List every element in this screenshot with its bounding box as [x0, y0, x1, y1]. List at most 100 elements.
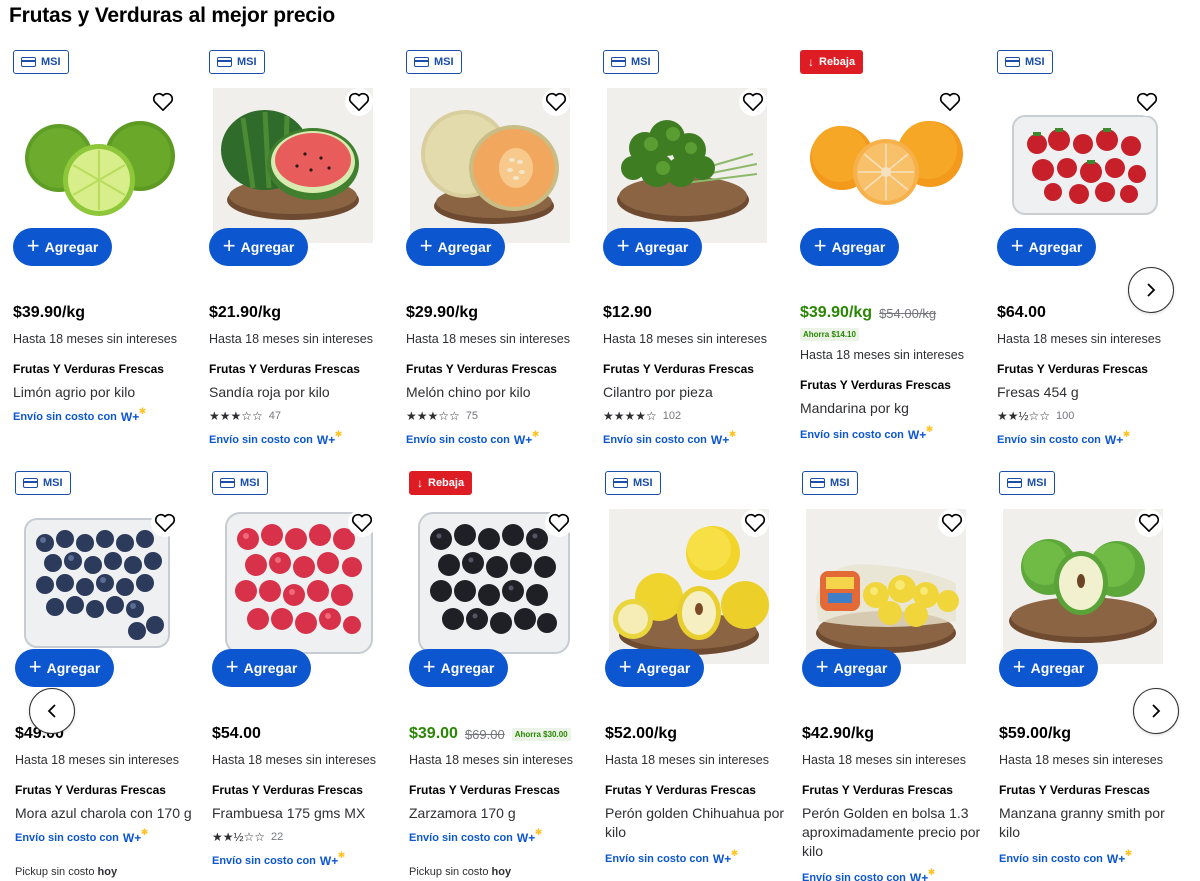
- carousel-next-button[interactable]: [1128, 267, 1174, 313]
- star-rating-icon: ★★½☆☆: [212, 830, 266, 844]
- favorite-heart-icon[interactable]: [936, 88, 964, 116]
- credit-card-icon: [217, 57, 232, 67]
- plus-icon: +: [616, 233, 630, 258]
- favorite-heart-icon[interactable]: [1135, 509, 1163, 537]
- brand-name: Frutas Y Verduras Frescas: [603, 362, 754, 376]
- page-title: Frutas y Verduras al mejor precio: [9, 4, 336, 27]
- shipping-text: Envío sin costo con W+: [209, 429, 343, 447]
- price-line: $12.90: [603, 304, 652, 322]
- product-card[interactable]: MSI + Agregar $52.00/kg Hasta 18 meses si…: [605, 469, 785, 881]
- arrow-down-icon: ↓: [417, 476, 423, 490]
- favorite-heart-icon[interactable]: [149, 88, 177, 116]
- product-card[interactable]: MSI + Agregar $29.90/kg Hasta 18 meses si…: [406, 48, 586, 450]
- msi-badge: MSI: [15, 471, 71, 495]
- brand-name: Frutas Y Verduras Frescas: [999, 783, 1150, 797]
- add-to-cart-button[interactable]: + Agregar: [997, 228, 1096, 266]
- add-to-cart-button[interactable]: + Agregar: [605, 649, 704, 687]
- price-line: $64.00: [997, 304, 1046, 322]
- favorite-heart-icon[interactable]: [545, 509, 573, 537]
- walmart-plus-icon: W+: [320, 850, 346, 868]
- add-to-cart-button[interactable]: + Agregar: [999, 649, 1098, 687]
- walmart-plus-icon: W+: [910, 867, 936, 881]
- add-to-cart-button[interactable]: + Agregar: [409, 649, 508, 687]
- product-card[interactable]: MSI + Agregar $49.00 Hasta 18 meses sin i…: [15, 469, 195, 881]
- price: $29.90/kg: [406, 304, 479, 321]
- carousel-next-button[interactable]: [1133, 688, 1179, 734]
- product-name[interactable]: Mandarina por kg: [800, 399, 980, 418]
- favorite-heart-icon[interactable]: [345, 88, 373, 116]
- product-card[interactable]: MSI + Agregar $64.00 Hasta 18 meses sin i…: [997, 48, 1177, 450]
- product-card[interactable]: MSI + Agregar $12.90 Hasta 18 meses sin i…: [603, 48, 783, 450]
- add-to-cart-button[interactable]: + Agregar: [406, 228, 505, 266]
- plus-icon: +: [1010, 233, 1024, 258]
- msi-badge: MSI: [802, 471, 858, 495]
- product-name[interactable]: Fresas 454 g: [997, 383, 1177, 402]
- brand-name: Frutas Y Verduras Frescas: [15, 783, 166, 797]
- chevron-left-icon: [47, 704, 56, 718]
- favorite-heart-icon[interactable]: [1133, 88, 1161, 116]
- savings-badge: Ahorra $14.10: [800, 328, 859, 341]
- old-price: $54.00/kg: [879, 305, 937, 321]
- rating: ★★★☆☆ 75: [406, 409, 478, 423]
- product-card[interactable]: MSI + Agregar $21.90/kg Hasta 18 meses si…: [209, 48, 389, 450]
- credit-card-icon: [414, 57, 429, 67]
- product-name[interactable]: Melón chino por kilo: [406, 383, 586, 402]
- product-name[interactable]: Mora azul charola con 170 g: [15, 804, 195, 823]
- product-name[interactable]: Frambuesa 175 gms MX: [212, 804, 392, 823]
- product-name[interactable]: Perón Golden en bolsa 1.3 aproximadament…: [802, 804, 982, 861]
- review-count: 22: [271, 831, 284, 843]
- add-to-cart-button[interactable]: + Agregar: [209, 228, 308, 266]
- shipping-text: Envío sin costo con W+: [800, 424, 934, 442]
- rebaja-badge: ↓ Rebaja: [800, 50, 864, 74]
- installments-text: Hasta 18 meses sin intereses: [997, 332, 1161, 346]
- product-card[interactable]: ↓ Rebaja + Agregar $39.00 $69.00 Ahorra $30.…: [409, 469, 589, 881]
- plus-icon: +: [28, 654, 42, 679]
- product-card[interactable]: MSI + Agregar $39.90/kg Hasta 18 meses si…: [13, 48, 193, 450]
- product-card[interactable]: ↓ Rebaja + Agregar $39.90/kg $54.00/kg Ahor…: [800, 48, 980, 450]
- favorite-heart-icon[interactable]: [348, 509, 376, 537]
- product-carousel-row: MSI + Agregar $39.90/kg Hasta 18 meses si…: [0, 48, 1200, 450]
- product-name[interactable]: Manzana granny smith por kilo: [999, 804, 1179, 842]
- favorite-heart-icon[interactable]: [739, 88, 767, 116]
- product-name[interactable]: Cilantro por pieza: [603, 383, 783, 402]
- price-line: $39.90/kg: [13, 304, 85, 322]
- favorite-heart-icon[interactable]: [151, 509, 179, 537]
- brand-name: Frutas Y Verduras Frescas: [802, 783, 953, 797]
- shipping-text: Envío sin costo con W+: [15, 827, 149, 845]
- installments-text: Hasta 18 meses sin intereses: [999, 753, 1163, 767]
- product-card[interactable]: MSI + Agregar $42.90/kg Hasta 18 meses si…: [802, 469, 982, 881]
- review-count: 75: [465, 410, 479, 422]
- product-name[interactable]: Perón golden Chihuahua por kilo: [605, 804, 785, 842]
- product-name[interactable]: Sandía roja por kilo: [209, 383, 389, 402]
- product-card[interactable]: MSI + Agregar $59.00/kg Hasta 18 meses si…: [999, 469, 1179, 881]
- favorite-heart-icon[interactable]: [542, 88, 570, 116]
- plus-icon: +: [222, 233, 236, 258]
- favorite-heart-icon[interactable]: [938, 509, 966, 537]
- add-to-cart-button[interactable]: + Agregar: [15, 649, 114, 687]
- msi-badge: MSI: [13, 50, 69, 74]
- add-to-cart-button[interactable]: + Agregar: [802, 649, 901, 687]
- favorite-heart-icon[interactable]: [741, 509, 769, 537]
- add-to-cart-button[interactable]: + Agregar: [212, 649, 311, 687]
- add-to-cart-button[interactable]: + Agregar: [800, 228, 899, 266]
- price: $12.90: [603, 304, 652, 321]
- product-name[interactable]: Zarzamora 170 g: [409, 804, 589, 823]
- star-rating-icon: ★★★☆☆: [209, 409, 263, 423]
- brand-name: Frutas Y Verduras Frescas: [209, 362, 360, 376]
- add-to-cart-button[interactable]: + Agregar: [13, 228, 112, 266]
- product-card[interactable]: MSI + Agregar $54.00 Hasta 18 meses sin i…: [212, 469, 392, 881]
- carousel-prev-button[interactable]: [29, 688, 75, 734]
- installments-text: Hasta 18 meses sin intereses: [605, 753, 769, 767]
- product-name[interactable]: Limón agrio por kilo: [13, 383, 193, 402]
- credit-card-icon: [1007, 478, 1022, 488]
- walmart-plus-icon: W+: [123, 827, 149, 845]
- rating: ★★★★☆ 102: [603, 409, 681, 423]
- pickup-text: Pickup sin costo hoy: [409, 866, 512, 878]
- plus-icon: +: [813, 233, 827, 258]
- price-line: $21.90/kg: [209, 304, 281, 322]
- price: $59.00/kg: [999, 725, 1072, 742]
- add-to-cart-button[interactable]: + Agregar: [603, 228, 702, 266]
- pickup-text: Pickup sin costo hoy: [15, 866, 118, 878]
- arrow-down-icon: ↓: [808, 55, 814, 69]
- product-carousel-row: MSI + Agregar $49.00 Hasta 18 meses sin i…: [0, 469, 1200, 881]
